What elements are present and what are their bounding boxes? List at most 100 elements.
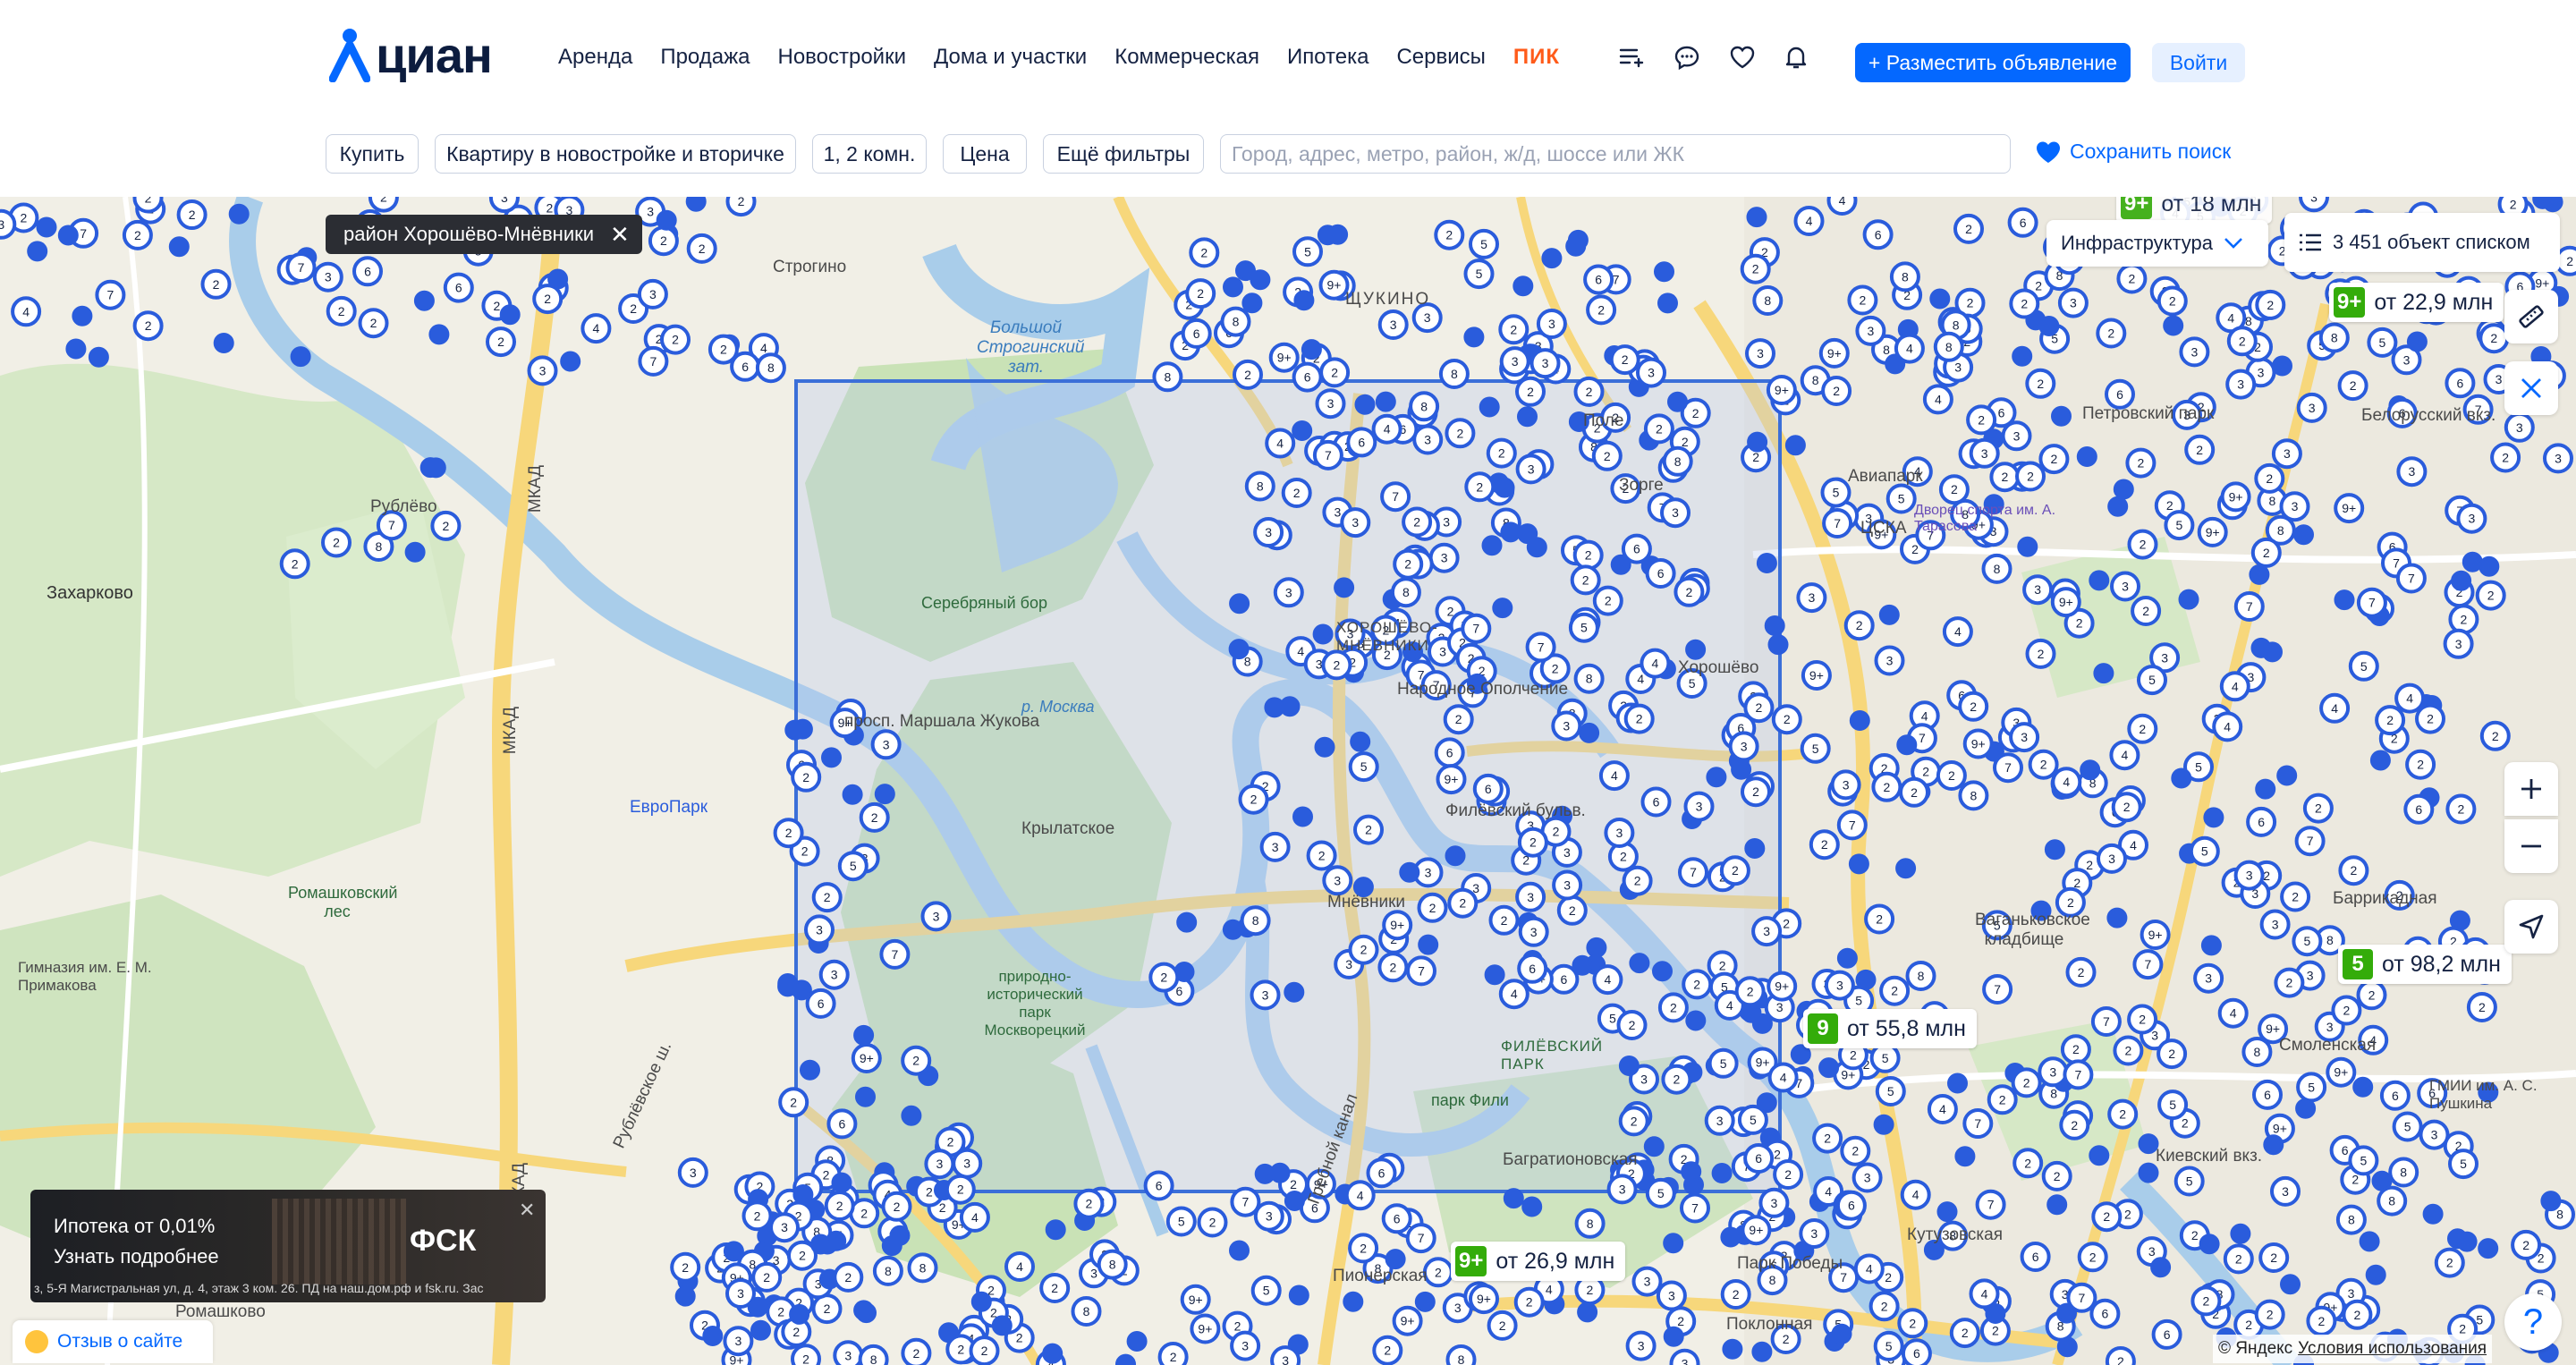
listing-marker[interactable]: 6 bbox=[1862, 219, 1894, 250]
listing-marker[interactable]: 2 bbox=[2028, 749, 2059, 780]
listing-marker[interactable]: 2 bbox=[1809, 829, 1840, 861]
listing-marker[interactable]: 7 bbox=[879, 938, 911, 970]
listing-marker[interactable]: 7 bbox=[1836, 810, 1868, 841]
listing-marker[interactable] bbox=[1500, 521, 1521, 543]
listing-marker[interactable]: 2 bbox=[2041, 1160, 2072, 1191]
geolocation-button[interactable] bbox=[2504, 900, 2558, 954]
listing-marker[interactable]: 2 bbox=[1556, 894, 1588, 926]
listing-marker[interactable]: 2 bbox=[1513, 1286, 1545, 1318]
listing-marker[interactable]: 5 bbox=[1250, 1275, 1282, 1306]
listing-marker[interactable] bbox=[1293, 290, 1315, 311]
listing-marker[interactable]: 2 bbox=[881, 1191, 912, 1222]
listing-marker[interactable]: 2 bbox=[2274, 967, 2305, 998]
listing-marker[interactable]: 6 bbox=[2089, 1298, 2121, 1329]
listing-marker[interactable]: 2 bbox=[2479, 720, 2511, 751]
listing-marker[interactable]: 9+ bbox=[1866, 519, 1897, 550]
listing-marker[interactable]: 2 bbox=[2025, 368, 2056, 399]
listing-marker[interactable]: 4 bbox=[1640, 648, 1671, 679]
listing-marker[interactable]: 4 bbox=[1344, 1180, 1376, 1211]
promo-close-icon[interactable]: ✕ bbox=[519, 1199, 535, 1222]
listing-marker[interactable] bbox=[2230, 1223, 2251, 1244]
listing-marker[interactable]: 4 bbox=[1793, 206, 1825, 236]
listing-marker[interactable] bbox=[1706, 767, 1727, 788]
listing-marker[interactable]: 2 bbox=[2306, 1305, 2337, 1336]
listing-marker[interactable]: 5 bbox=[837, 851, 869, 882]
listing-marker[interactable]: 2 bbox=[1734, 976, 1766, 1007]
listing-marker[interactable]: 3 bbox=[1335, 618, 1366, 649]
listing-marker[interactable]: 2 bbox=[811, 882, 843, 913]
listing-marker[interactable]: 3 bbox=[2270, 1175, 2301, 1207]
listing-marker[interactable]: 3 bbox=[924, 1149, 955, 1180]
listing-marker[interactable]: 2 bbox=[430, 510, 462, 541]
listing-marker[interactable]: 7 bbox=[1461, 613, 1492, 644]
listing-marker[interactable]: 4 bbox=[1767, 1062, 1799, 1093]
listing-marker[interactable] bbox=[1352, 877, 1374, 898]
listing-marker[interactable] bbox=[2369, 750, 2391, 771]
listing-marker[interactable]: 6 bbox=[352, 256, 383, 287]
listing-marker[interactable]: 3 bbox=[2193, 962, 2224, 994]
listing-marker[interactable]: 7 bbox=[1915, 520, 1946, 551]
mortgage-promo-banner[interactable]: Ипотека от 0,01% Узнать подробнее ФСК з,… bbox=[30, 1190, 546, 1302]
listing-marker[interactable] bbox=[856, 1302, 877, 1324]
listing-marker[interactable] bbox=[2406, 331, 2428, 352]
listing-marker[interactable]: 7 bbox=[285, 252, 317, 283]
listing-marker[interactable]: 3 bbox=[920, 901, 952, 932]
listing-marker[interactable]: 6 bbox=[1640, 786, 1672, 818]
listing-marker[interactable]: 2 bbox=[1189, 237, 1220, 268]
ruler-tool[interactable] bbox=[2504, 290, 2558, 343]
listing-marker[interactable]: 3 bbox=[818, 959, 850, 990]
listing-marker[interactable]: 7 bbox=[1525, 632, 1556, 663]
listing-marker[interactable]: 6 bbox=[443, 272, 474, 303]
listing-marker[interactable]: 2 bbox=[122, 219, 153, 250]
listing-marker[interactable]: 2 bbox=[969, 1335, 1000, 1365]
listing-marker[interactable] bbox=[560, 351, 581, 372]
listing-marker[interactable]: 2 bbox=[1864, 903, 1895, 935]
listing-marker[interactable] bbox=[2451, 570, 2472, 591]
listing-marker[interactable]: 2 bbox=[1148, 962, 1180, 993]
deal-type-select[interactable]: Купить bbox=[326, 134, 419, 174]
listing-marker[interactable]: 2 bbox=[1353, 814, 1384, 845]
listing-marker[interactable]: 2 bbox=[1623, 703, 1655, 734]
listing-marker[interactable]: 8 bbox=[1950, 498, 1981, 530]
listing-marker[interactable]: 2 bbox=[1966, 404, 1997, 436]
listing-marker[interactable]: 7 bbox=[638, 345, 669, 377]
listing-marker[interactable] bbox=[1463, 326, 1485, 348]
listing-marker[interactable] bbox=[901, 1105, 922, 1126]
listing-marker[interactable]: 8 bbox=[1981, 553, 2012, 584]
listing-marker[interactable]: 4 bbox=[2394, 682, 2426, 714]
listing-marker[interactable] bbox=[2263, 1134, 2284, 1156]
listing-marker[interactable]: 9+ bbox=[1180, 1284, 1211, 1315]
listing-marker[interactable]: 3 bbox=[1799, 1218, 1830, 1249]
listing-marker[interactable]: 5 bbox=[1873, 1330, 1904, 1361]
listing-marker[interactable] bbox=[2138, 1162, 2159, 1183]
listing-marker[interactable]: 8 bbox=[1240, 905, 1271, 937]
listing-marker[interactable]: 2 bbox=[1445, 418, 1476, 449]
listing-marker[interactable]: 2 bbox=[368, 197, 399, 213]
listing-marker[interactable]: 2 bbox=[670, 1251, 701, 1283]
listing-marker[interactable]: 3 bbox=[2296, 392, 2327, 423]
listing-marker[interactable] bbox=[1685, 1010, 1707, 1031]
listing-marker[interactable]: 7 bbox=[1405, 1223, 1436, 1254]
listing-marker[interactable]: 3 bbox=[870, 729, 902, 760]
price-badge-cluster[interactable]: 9+ от 26,9 млн bbox=[1451, 1242, 1626, 1281]
listing-marker[interactable]: 3 bbox=[1230, 1330, 1261, 1361]
listing-marker[interactable]: 6 bbox=[2379, 1080, 2411, 1111]
listing-marker[interactable]: 3 bbox=[1530, 348, 1561, 379]
listing-marker[interactable] bbox=[1264, 697, 1285, 718]
listing-marker[interactable]: 5 bbox=[2189, 835, 2220, 867]
listing-marker[interactable] bbox=[702, 1326, 724, 1346]
listing-marker[interactable]: 5 bbox=[1469, 228, 1499, 259]
listing-marker[interactable] bbox=[1414, 1291, 1436, 1312]
listing-marker[interactable]: 2 bbox=[2258, 1242, 2290, 1273]
listing-marker[interactable]: 6 bbox=[2445, 368, 2476, 399]
listing-marker[interactable] bbox=[1767, 634, 1789, 656]
listing-marker[interactable]: 5 bbox=[1676, 668, 1707, 699]
listing-marker[interactable]: 2 bbox=[2190, 1285, 2222, 1317]
listing-marker[interactable]: 2 bbox=[1674, 576, 1705, 607]
listing-marker[interactable] bbox=[2272, 355, 2292, 377]
listing-marker[interactable]: 3 bbox=[1855, 315, 1886, 346]
listing-marker[interactable]: 2 bbox=[1936, 760, 1967, 791]
listing-marker[interactable] bbox=[1947, 1072, 1968, 1094]
listing-marker[interactable]: 8 bbox=[872, 1255, 903, 1286]
listing-marker[interactable]: 2 bbox=[1618, 1106, 1649, 1137]
